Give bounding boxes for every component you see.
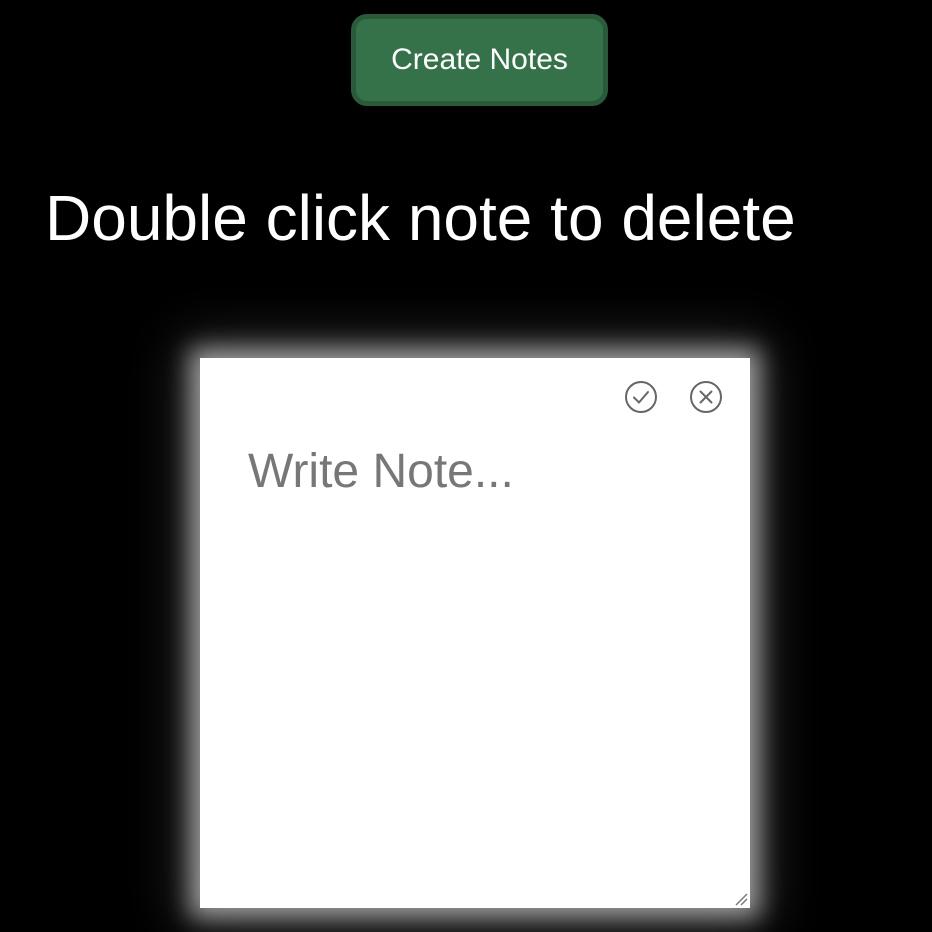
resize-grip-icon[interactable]: [732, 890, 748, 906]
x-circle-icon[interactable]: [689, 380, 723, 414]
page: Create Notes Double click note to delete: [0, 0, 932, 932]
instructions-heading: Double click note to delete: [45, 182, 796, 254]
note-card[interactable]: [200, 358, 750, 908]
note-textarea[interactable]: [248, 438, 718, 878]
create-notes-button[interactable]: Create Notes: [351, 14, 608, 106]
check-circle-icon[interactable]: [624, 380, 658, 414]
